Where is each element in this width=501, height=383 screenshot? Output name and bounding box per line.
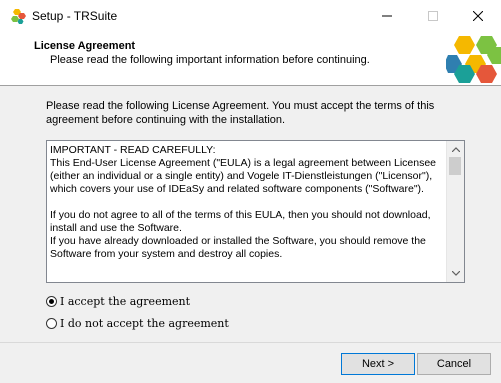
license-text: IMPORTANT - READ CAREFULLY: This End-Use… (50, 144, 437, 260)
page-subtitle: Please read the following important info… (50, 54, 370, 66)
wizard-header: License Agreement Please read the follow… (0, 32, 501, 86)
license-scrollbar[interactable] (446, 141, 464, 282)
decline-radio[interactable] (46, 318, 57, 329)
decline-label: I do not accept the agreement (60, 317, 229, 330)
chevron-down-icon (451, 271, 460, 276)
maximize-icon (428, 11, 438, 21)
next-button[interactable]: Next > (341, 353, 415, 375)
cancel-button[interactable]: Cancel (417, 353, 491, 375)
installer-icon (11, 9, 26, 24)
intro-text: Please read the following License Agreem… (46, 100, 435, 126)
license-textbox[interactable]: IMPORTANT - READ CAREFULLY: This End-Use… (46, 140, 465, 283)
title-bar[interactable]: Setup - TRSuite (0, 0, 501, 32)
accept-radio[interactable] (46, 296, 57, 307)
chevron-up-icon (451, 147, 460, 152)
close-icon (473, 11, 483, 21)
accept-label: I accept the agreement (60, 295, 191, 308)
minimize-button[interactable] (364, 0, 410, 32)
setup-window: Setup - TRSuite License Agreement Please… (0, 0, 501, 383)
scroll-up-button[interactable] (447, 141, 464, 158)
maximize-button[interactable] (410, 0, 456, 32)
page-title: License Agreement (34, 40, 136, 52)
minimize-icon (382, 15, 392, 17)
decline-option[interactable]: I do not accept the agreement (46, 317, 229, 330)
close-button[interactable] (455, 0, 501, 32)
scroll-down-button[interactable] (447, 265, 464, 282)
scroll-thumb[interactable] (449, 157, 461, 175)
accept-option[interactable]: I accept the agreement (46, 295, 190, 308)
hexagon-logo (446, 36, 501, 83)
window-title: Setup - TRSuite (32, 9, 118, 23)
footer-divider (0, 342, 501, 343)
